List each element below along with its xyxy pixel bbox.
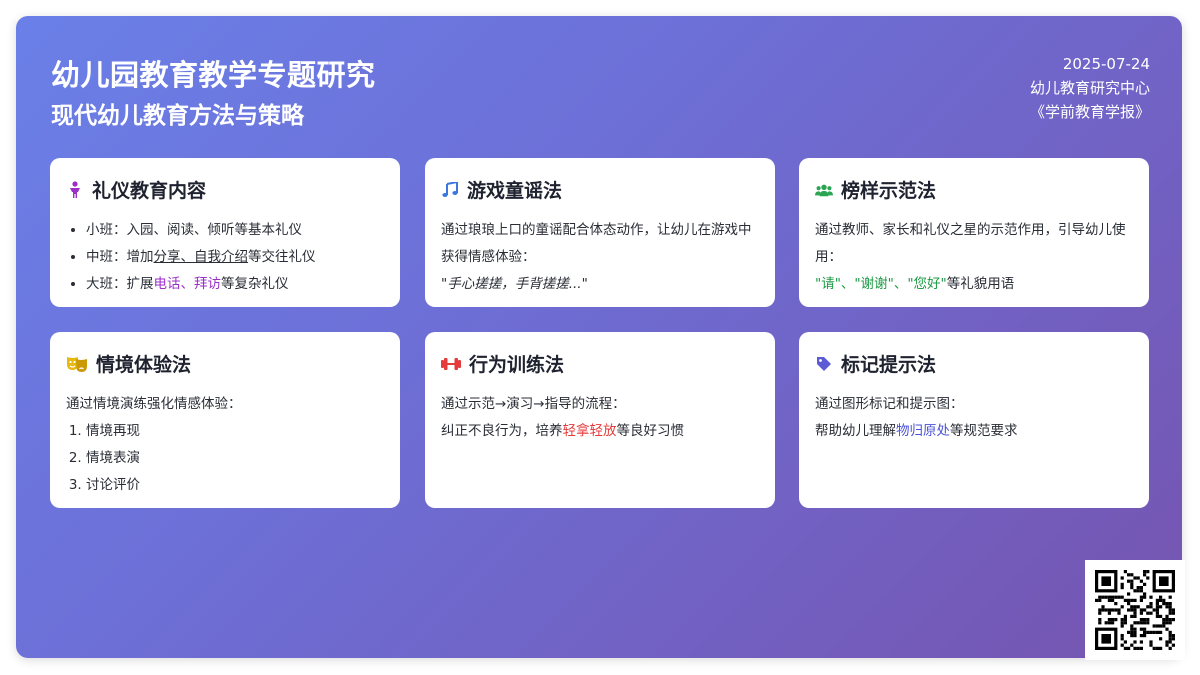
card-text-2: 帮助幼儿理解物归原处等规范要求 — [815, 423, 1018, 439]
list-item: 讨论评价 — [86, 472, 384, 499]
tag-icon — [815, 355, 833, 373]
list-item: 中班：增加分享、自我介绍等交往礼仪 — [86, 244, 384, 271]
card-text-2: 纠正不良行为，培养轻拿轻放等良好习惯 — [441, 423, 684, 439]
card-header: 游戏童谣法 — [441, 176, 759, 203]
card-title: 榜样示范法 — [841, 180, 937, 202]
music-note-icon — [441, 181, 459, 199]
highlight-text: "请"、"谢谢"、"您好" — [815, 276, 947, 292]
quote-text: "手心搓搓，手背搓搓..." — [441, 276, 588, 292]
org-text: 幼儿教育研究中心 — [1029, 79, 1150, 97]
card-text: 通过琅琅上口的童谣配合体态动作，让幼儿在游戏中获得情感体验： — [441, 222, 752, 265]
highlight-text: 分享、自我介绍 — [153, 249, 249, 265]
list-item: 情境表演 — [86, 445, 384, 472]
card-training: 行为训练法 通过示范→演习→指导的流程： 纠正不良行为，培养轻拿轻放等良好习惯 — [425, 332, 775, 508]
list-item: 情境再现 — [86, 418, 384, 445]
card-marker: 标记提示法 通过图形标记和提示图： 帮助幼儿理解物归原处等规范要求 — [799, 332, 1149, 508]
card-text: 通过情境演练强化情感体验： — [66, 396, 242, 412]
card-model: 榜样示范法 通过教师、家长和礼仪之星的示范作用，引导幼儿使用： "请"、"谢谢"… — [799, 158, 1149, 307]
card-title: 行为训练法 — [469, 354, 565, 376]
card-text-2: "请"、"谢谢"、"您好"等礼貌用语 — [815, 276, 1015, 292]
highlight-text: 物归原处 — [896, 423, 950, 439]
card-title: 标记提示法 — [841, 354, 937, 376]
card-text: 通过示范→演习→指导的流程： — [441, 396, 626, 412]
highlight-text: 轻拿轻放 — [562, 423, 617, 439]
page-subtitle: 现代幼儿教育方法与策略 — [51, 103, 304, 129]
users-icon — [815, 181, 833, 199]
card-header: 标记提示法 — [815, 350, 1133, 377]
card-text: 通过图形标记和提示图： — [815, 396, 964, 412]
card-title: 游戏童谣法 — [467, 180, 563, 202]
meta-info: 2025-07-24 幼儿教育研究中心 《学前教育学报》 — [1030, 52, 1150, 124]
card-title: 情境体验法 — [96, 354, 192, 376]
card-body: 通过教师、家长和礼仪之星的示范作用，引导幼儿使用： "请"、"谢谢"、"您好"等… — [815, 217, 1133, 298]
card-body: 通过琅琅上口的童谣配合体态动作，让幼儿在游戏中获得情感体验： "手心搓搓，手背搓… — [441, 217, 759, 298]
card-body: 通过示范→演习→指导的流程： 纠正不良行为，培养轻拿轻放等良好习惯 — [441, 391, 759, 445]
highlight-text: 电话、拜访 — [153, 276, 222, 292]
list-item: 小班：入园、阅读、倾听等基本礼仪 — [86, 217, 384, 244]
card-header: 榜样示范法 — [815, 176, 1133, 203]
card-header: 礼仪教育内容 — [66, 176, 384, 203]
dumbbell-icon — [441, 355, 461, 373]
card-body: 通过情境演练强化情感体验： 情境再现 情境表演 讨论评价 — [66, 391, 384, 499]
date-text: 2025-07-24 — [1062, 55, 1150, 73]
list-item: 大班：扩展电话、拜访等复杂礼仪 — [86, 271, 384, 298]
theater-masks-icon — [66, 355, 88, 373]
card-body: 通过图形标记和提示图： 帮助幼儿理解物归原处等规范要求 — [815, 391, 1133, 445]
card-etiquette: 礼仪教育内容 小班：入园、阅读、倾听等基本礼仪 中班：增加分享、自我介绍等交往礼… — [50, 158, 400, 307]
card-body: 小班：入园、阅读、倾听等基本礼仪 中班：增加分享、自我介绍等交往礼仪 大班：扩展… — [66, 217, 384, 298]
card-rhyme: 游戏童谣法 通过琅琅上口的童谣配合体态动作，让幼儿在游戏中获得情感体验： "手心… — [425, 158, 775, 307]
card-text: 通过教师、家长和礼仪之星的示范作用，引导幼儿使用： — [815, 222, 1126, 265]
card-header: 行为训练法 — [441, 350, 759, 377]
card-situation: 情境体验法 通过情境演练强化情感体验： 情境再现 情境表演 讨论评价 — [50, 332, 400, 508]
child-icon — [66, 180, 84, 199]
page-title: 幼儿园教育教学专题研究 — [51, 58, 376, 92]
steps-list: 情境再现 情境表演 讨论评价 — [66, 418, 384, 499]
qr-code-icon — [1085, 560, 1185, 660]
card-header: 情境体验法 — [66, 350, 384, 377]
journal-text: 《学前教育学报》 — [1029, 103, 1150, 121]
card-title: 礼仪教育内容 — [92, 180, 207, 202]
